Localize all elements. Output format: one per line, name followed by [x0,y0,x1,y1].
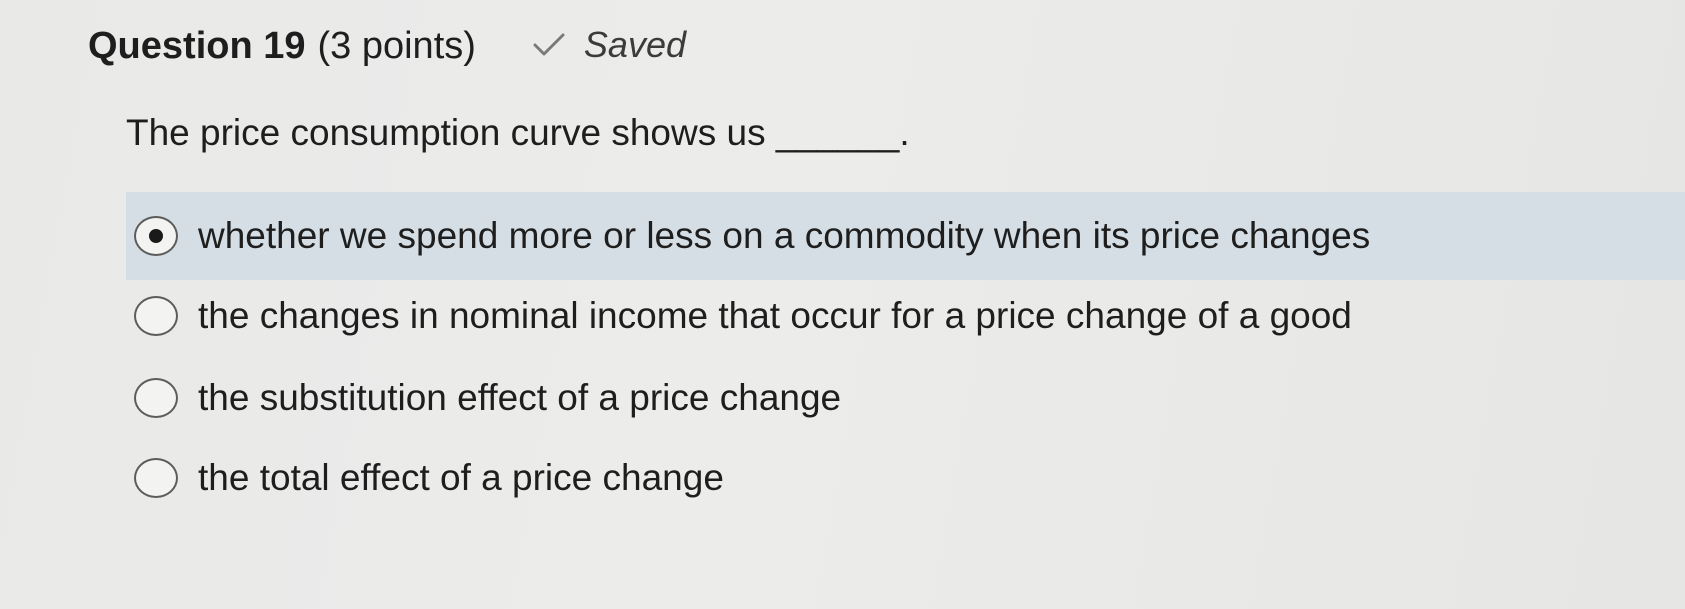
radio-dot-icon [149,229,163,243]
saved-label: Saved [583,24,686,65]
question-title: Question 19 [88,25,306,67]
check-icon [533,33,565,56]
radio-button[interactable] [134,458,178,498]
radio-button[interactable] [134,296,178,336]
answer-option[interactable]: whether we spend more or less on a commo… [126,192,1685,280]
answer-option[interactable]: the changes in nominal income that occur… [126,272,1352,360]
answer-option-label: the total effect of a price change [198,457,724,498]
question-header: Question 19 (3 points) Saved [88,24,686,68]
question-card: Question 19 (3 points) Saved The price c… [0,0,1685,609]
question-prompt: The price consumption curve shows us ___… [126,112,910,153]
answer-option-label: whether we spend more or less on a commo… [198,215,1371,256]
radio-button[interactable] [134,378,178,418]
saved-status: Saved [532,24,686,66]
answer-option-label: the substitution effect of a price chang… [198,377,842,418]
answer-option-label: the changes in nominal income that occur… [198,295,1352,336]
answer-option[interactable]: the substitution effect of a price chang… [126,354,841,442]
radio-button-selected[interactable] [134,216,178,256]
answer-option[interactable]: the total effect of a price change [126,434,724,522]
question-points: (3 points) [317,25,476,67]
